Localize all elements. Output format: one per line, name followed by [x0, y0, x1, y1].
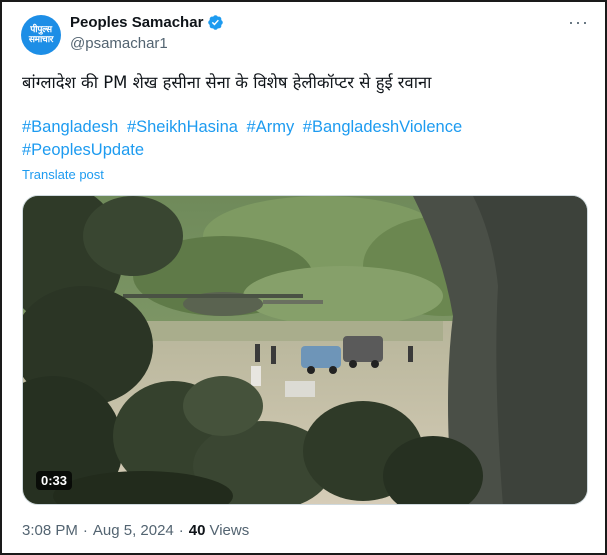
post-time[interactable]: 3:08 PM [22, 522, 78, 539]
tweet-card: पीपुल्स समाचार Peoples Samachar @psamach… [0, 0, 607, 555]
avatar[interactable]: पीपुल्स समाचार [21, 15, 61, 55]
hashtag-link[interactable]: #PeoplesUpdate [22, 141, 144, 159]
hashtag-link[interactable]: #Bangladesh [22, 118, 118, 136]
video-frame [23, 196, 587, 504]
separator-dot: · [82, 522, 88, 539]
video-player[interactable] [22, 195, 588, 505]
translate-post-link[interactable]: Translate post [22, 167, 104, 182]
verified-badge-icon [207, 14, 224, 31]
tweet-meta: 3:08 PM · Aug 5, 2024 · 40 Views [22, 522, 249, 539]
hashtags: #Bangladesh #SheikhHasina #Army #Banglad… [22, 116, 582, 162]
video-duration-badge: 0:33 [36, 471, 73, 490]
tweet-text: बांग्लादेश की PM शेख हसीना सेना के विशेष… [22, 73, 432, 92]
avatar-logo-text: पीपुल्स समाचार [28, 25, 54, 45]
name-row: Peoples Samachar [70, 14, 224, 31]
more-options-icon[interactable]: ··· [568, 12, 589, 32]
separator-dot: · [178, 522, 184, 539]
views-label: Views [209, 522, 250, 539]
display-name[interactable]: Peoples Samachar [70, 14, 203, 31]
views-count[interactable]: 40 [189, 522, 206, 539]
hashtag-link[interactable]: #BangladeshViolence [303, 118, 462, 136]
account-handle[interactable]: @psamachar1 [70, 35, 168, 52]
post-date[interactable]: Aug 5, 2024 [93, 522, 174, 539]
hashtag-link[interactable]: #SheikhHasina [127, 118, 238, 136]
hashtag-link[interactable]: #Army [247, 118, 295, 136]
